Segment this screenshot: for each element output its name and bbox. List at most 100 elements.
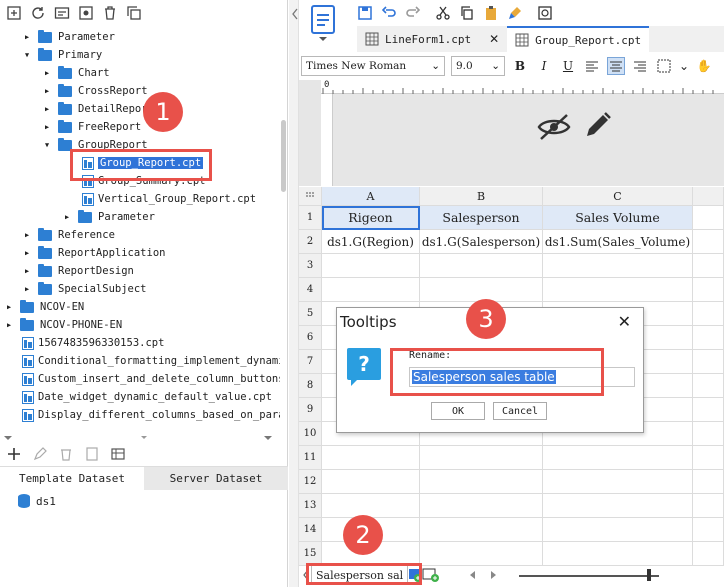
grid-cell[interactable] — [543, 254, 693, 278]
row-header[interactable]: 2 — [299, 230, 322, 254]
underline-button[interactable]: U — [559, 57, 577, 75]
align-center-icon[interactable] — [607, 57, 625, 75]
tree-item-file[interactable]: Custom_insert_and_delete_column_buttons. — [22, 370, 280, 388]
hand-icon[interactable]: ✋ — [695, 57, 713, 75]
save-icon[interactable] — [357, 5, 373, 21]
grid-cell[interactable] — [543, 470, 693, 494]
tree-item-file[interactable]: Conditional_formatting_implement_dynamic — [22, 352, 280, 370]
grid-cell[interactable]: ds1.Sum(Sales_Volume) — [543, 230, 693, 254]
tree-item-reportapplication[interactable]: ▸ ReportApplication — [22, 244, 165, 262]
row-header[interactable]: 9 — [299, 398, 322, 422]
horizontal-scrollbar[interactable] — [519, 575, 659, 577]
row-header[interactable]: 6 — [299, 326, 322, 350]
chevron-right-icon[interactable]: ▸ — [42, 103, 52, 115]
preview-icon[interactable] — [84, 446, 100, 462]
redo-icon[interactable] — [405, 5, 421, 21]
scroll-right-icon[interactable] — [486, 568, 500, 582]
grid-cell[interactable] — [693, 494, 724, 518]
add-icon[interactable] — [6, 5, 22, 21]
grid-cell[interactable] — [693, 206, 724, 230]
grid-cell[interactable] — [420, 470, 543, 494]
grid-cell[interactable] — [693, 278, 724, 302]
border-icon[interactable] — [655, 57, 673, 75]
tree-item-primary[interactable]: ▾ Primary — [22, 46, 102, 64]
row-header[interactable]: 14 — [299, 518, 322, 542]
pencil-icon[interactable] — [583, 110, 613, 140]
tree-item-detailreport[interactable]: ▸ DetailReport — [42, 100, 154, 118]
grid-cell[interactable] — [693, 302, 724, 326]
grid-cell[interactable] — [693, 470, 724, 494]
grid-corner[interactable] — [299, 187, 322, 206]
chevron-down-icon[interactable]: ▾ — [42, 139, 52, 151]
delete-icon[interactable] — [58, 446, 74, 462]
row-header[interactable]: 1 — [299, 206, 322, 230]
scrollbar-thumb[interactable] — [647, 569, 651, 581]
grid-cell[interactable] — [693, 446, 724, 470]
tree-item-specialsubject[interactable]: ▸ SpecialSubject — [22, 280, 147, 298]
chevron-right-icon[interactable]: ▸ — [22, 265, 32, 277]
grid-cell[interactable]: Salesperson — [420, 206, 543, 230]
chevron-right-icon[interactable]: ▸ — [4, 301, 14, 313]
cancel-button[interactable]: Cancel — [493, 402, 547, 420]
paste-icon[interactable] — [483, 5, 499, 21]
row-header[interactable]: 5 — [299, 302, 322, 326]
grid-cell[interactable] — [693, 326, 724, 350]
grid-cell[interactable] — [543, 446, 693, 470]
grid-cell[interactable] — [543, 518, 693, 542]
panel-splitter[interactable] — [0, 433, 288, 443]
scroll-left-icon[interactable] — [466, 568, 480, 582]
row-header[interactable]: 4 — [299, 278, 322, 302]
grid-cell[interactable] — [420, 518, 543, 542]
refresh-icon[interactable] — [30, 5, 46, 21]
hide-eye-icon[interactable] — [537, 112, 571, 142]
close-icon[interactable]: ✕ — [489, 32, 499, 46]
settings-icon[interactable] — [78, 5, 94, 21]
italic-button[interactable]: I — [535, 57, 553, 75]
grid-cell[interactable] — [693, 398, 724, 422]
add-dataset-icon[interactable] — [6, 446, 22, 462]
format-painter-icon[interactable] — [507, 5, 523, 21]
grid-cell[interactable] — [322, 446, 420, 470]
grid-cell[interactable] — [693, 374, 724, 398]
tree-item-vertical-group-report-cpt[interactable]: Vertical_Group_Report.cpt — [82, 190, 256, 208]
grid-cell[interactable] — [322, 494, 420, 518]
tree-item-parameter-sub[interactable]: ▸ Parameter — [62, 208, 155, 226]
grid-cell[interactable] — [420, 446, 543, 470]
grid-cell[interactable] — [420, 494, 543, 518]
chevron-right-icon[interactable]: ▸ — [22, 31, 32, 43]
preview-icon[interactable] — [537, 5, 553, 21]
grid-cell[interactable]: Sales Volume — [543, 206, 693, 230]
grid-cell[interactable] — [543, 278, 693, 302]
grid-cell[interactable] — [322, 278, 420, 302]
row-header[interactable]: 10 — [299, 422, 322, 446]
chevron-right-icon[interactable]: ▸ — [4, 319, 14, 331]
row-header[interactable]: 8 — [299, 374, 322, 398]
row-header[interactable]: 3 — [299, 254, 322, 278]
grid-cell[interactable] — [693, 230, 724, 254]
grid-cell[interactable]: ds1.G(Salesperson) — [420, 230, 543, 254]
cut-icon[interactable] — [435, 5, 451, 21]
tree-scrollbar[interactable] — [281, 120, 286, 192]
grid-cell[interactable] — [693, 350, 724, 374]
row-header[interactable]: 13 — [299, 494, 322, 518]
bold-button[interactable]: B — [511, 57, 529, 75]
chevron-right-icon[interactable]: ▸ — [42, 67, 52, 79]
tree-item-freereport[interactable]: ▸ FreeReport — [42, 118, 141, 136]
chevron-down-icon[interactable]: ⌄ — [679, 57, 689, 75]
tree-item-file[interactable]: Display_different_columns_based_on_param — [22, 406, 280, 424]
ok-button[interactable]: OK — [431, 402, 485, 420]
grid-cell[interactable]: ds1.G(Region) — [322, 230, 420, 254]
tab-template-dataset[interactable]: Template Dataset — [0, 467, 144, 490]
chevron-right-icon[interactable]: ▸ — [42, 121, 52, 133]
tree-item-reportdesign[interactable]: ▸ ReportDesign — [22, 262, 134, 280]
grid-cell[interactable] — [693, 422, 724, 446]
tab-group-report[interactable]: Group_Report.cpt — [507, 26, 650, 52]
chevron-right-icon[interactable]: ▸ — [22, 283, 32, 295]
tree-item-file[interactable]: Date_widget_dynamic_default_value.cpt — [22, 388, 272, 406]
grid-cell[interactable] — [693, 254, 724, 278]
column-header-empty[interactable] — [693, 187, 724, 206]
tree-item-parameter[interactable]: ▸ Parameter — [22, 28, 115, 46]
row-header[interactable]: 11 — [299, 446, 322, 470]
chevron-left-icon[interactable] — [290, 4, 300, 24]
chevron-down-icon[interactable]: ▾ — [22, 49, 32, 61]
